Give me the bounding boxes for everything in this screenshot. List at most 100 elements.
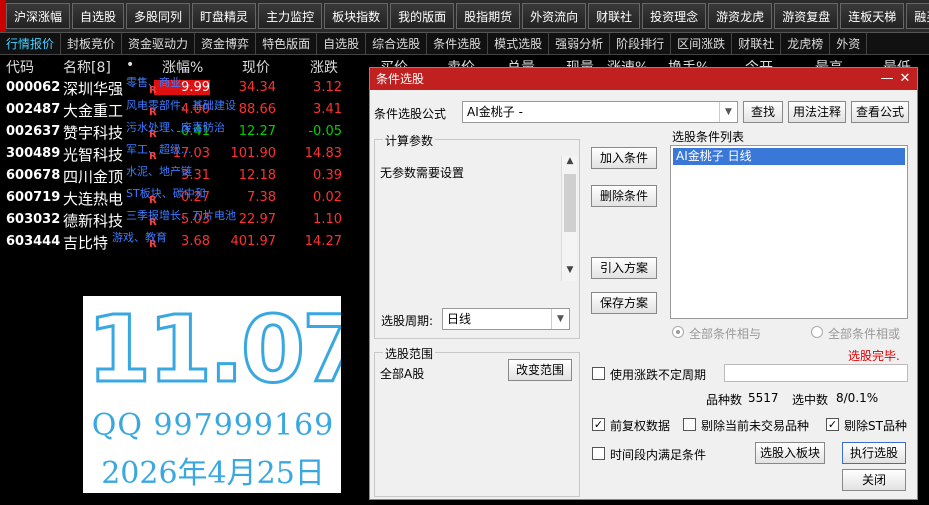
tab-2[interactable]: 资金驱动力 xyxy=(122,33,196,54)
sector-tag: 零售、商业... xyxy=(126,76,192,89)
period-select[interactable]: 日线 ▼ xyxy=(442,308,570,330)
date-watermark-image: 11.07 QQ 997999169 2026年4月25日 xyxy=(83,296,341,493)
col-name[interactable]: 名称[8] xyxy=(63,57,111,77)
tab-1[interactable]: 封板竞价 xyxy=(61,33,123,54)
remove-st-label: 剔除ST品种 xyxy=(844,419,907,433)
top-btn-10[interactable]: 投资理念 xyxy=(642,3,707,29)
top-btn-3[interactable]: 盯盘精灵 xyxy=(192,3,257,29)
tab-6[interactable]: 综合选股 xyxy=(366,33,428,54)
change-range-button[interactable]: 改变范围 xyxy=(508,359,572,381)
scroll-thumb[interactable] xyxy=(564,174,576,232)
stock-code: 603032 xyxy=(6,212,61,227)
tab-11[interactable]: 区间涨跌 xyxy=(671,33,733,54)
stock-chg: 0.39 xyxy=(313,168,342,183)
stock-chg: 3.12 xyxy=(313,80,342,95)
top-btn-0[interactable]: 沪深涨幅 xyxy=(6,3,71,29)
range-title: 选股范围 xyxy=(383,345,436,362)
tab-5[interactable]: 自选股 xyxy=(317,33,367,54)
top-btn-7[interactable]: 股指期货 xyxy=(456,3,521,29)
find-button[interactable]: 查找 xyxy=(743,101,783,123)
top-btn-1[interactable]: 自选股 xyxy=(72,3,125,29)
chevron-down-icon[interactable]: ▼ xyxy=(551,309,569,329)
usage-button[interactable]: 用法注释 xyxy=(788,101,846,123)
tab-12[interactable]: 财联社 xyxy=(732,33,782,54)
stock-name: 光智科技 xyxy=(63,146,124,164)
tab-14[interactable]: 外资 xyxy=(830,33,868,54)
uncertain-period-field[interactable] xyxy=(724,364,908,382)
stock-chg: -0.05 xyxy=(308,124,342,139)
execute-button[interactable]: 执行选股 xyxy=(842,442,906,464)
params-scrollbar[interactable]: ▲ ▼ xyxy=(561,156,577,281)
top-btn-8[interactable]: 外资流向 xyxy=(522,3,587,29)
col-chg[interactable]: 涨跌 xyxy=(310,57,338,77)
import-plan-button[interactable]: 引入方案 xyxy=(591,257,657,279)
stock-chg: 0.02 xyxy=(313,190,342,205)
view-formula-button[interactable]: 查看公式 xyxy=(851,101,909,123)
prefq-label: 前复权数据 xyxy=(610,419,671,433)
save-plan-button[interactable]: 保存方案 xyxy=(591,292,657,314)
radio-or[interactable] xyxy=(811,326,823,338)
radio-and[interactable] xyxy=(672,326,684,338)
tab-13[interactable]: 龙虎榜 xyxy=(781,33,831,54)
calc-params-text: 无参数需要设置 xyxy=(380,166,465,180)
remove-notrade-checkbox[interactable] xyxy=(683,418,696,431)
uncertain-period-checkbox[interactable] xyxy=(592,367,605,380)
condition-list-item[interactable]: AI金桃子 日线 xyxy=(673,148,905,165)
top-btn-4[interactable]: 主力监控 xyxy=(258,3,323,29)
close-icon[interactable]: ✕ xyxy=(897,71,913,87)
watermark-qq: QQ 997999169 xyxy=(91,408,335,443)
stock-price: 401.97 xyxy=(230,234,277,249)
stock-chg: 14.83 xyxy=(304,146,342,161)
minimize-icon[interactable]: — xyxy=(879,71,895,87)
stock-code: 600719 xyxy=(6,190,61,205)
stock-row[interactable]: 603444 吉比特 3.68 401.97 14.27 xyxy=(0,231,370,253)
stock-chg: 1.10 xyxy=(313,212,342,227)
tab-4[interactable]: 特色版面 xyxy=(256,33,318,54)
top-btn-11[interactable]: 游资龙虎 xyxy=(708,3,773,29)
formula-value: AI金桃子 - xyxy=(467,105,523,119)
uncertain-period-label: 使用涨跌不定周期 xyxy=(610,368,707,382)
condition-list[interactable]: AI金桃子 日线 xyxy=(670,145,908,319)
tab-7[interactable]: 条件选股 xyxy=(427,33,489,54)
delete-condition-button[interactable]: 删除条件 xyxy=(591,185,657,207)
range-value: 全部A股 xyxy=(380,367,425,381)
col-code[interactable]: 代码 xyxy=(6,57,34,77)
top-btn-9[interactable]: 财联社 xyxy=(588,3,641,29)
col-dot: • xyxy=(126,57,135,73)
period-label: 选股周期: xyxy=(381,314,434,328)
col-price[interactable]: 现价 xyxy=(242,57,270,77)
top-btn-13[interactable]: 连板天梯 xyxy=(840,3,905,29)
stock-chg: 14.27 xyxy=(304,234,342,249)
formula-select[interactable]: AI金桃子 - ▼ xyxy=(462,101,738,123)
tab-9[interactable]: 强弱分析 xyxy=(549,33,611,54)
top-btn-2[interactable]: 多股同列 xyxy=(126,3,191,29)
stock-name: 大金重工 xyxy=(63,102,124,120)
top-btn-6[interactable]: 我的版面 xyxy=(390,3,455,29)
tab-3[interactable]: 资金博弈 xyxy=(195,33,257,54)
radio-or-label: 全部条件相或 xyxy=(828,327,901,341)
top-btn-14[interactable]: 融买卖 xyxy=(906,3,929,29)
stock-code: 603444 xyxy=(6,234,61,249)
chevron-down-icon[interactable]: ▼ xyxy=(719,102,737,122)
tab-10[interactable]: 阶段排行 xyxy=(610,33,672,54)
scroll-down-icon[interactable]: ▼ xyxy=(562,265,578,281)
status-text: 选股完毕. xyxy=(848,349,900,363)
selected-label: 选中数 xyxy=(792,393,829,407)
prefq-checkbox[interactable]: ✓ xyxy=(592,418,605,431)
stock-name: 深圳华强 xyxy=(63,80,124,98)
tab-quotes[interactable]: 行情报价 xyxy=(0,33,62,54)
remove-st-checkbox[interactable]: ✓ xyxy=(826,418,839,431)
condition-stock-dialog: 条件选股 — ✕ 条件选股公式 AI金桃子 - ▼ 查找 用法注释 查看公式 计… xyxy=(369,67,918,500)
remove-notrade-label: 剔除当前未交易品种 xyxy=(701,419,810,433)
period-satisfy-checkbox[interactable] xyxy=(592,447,605,460)
stock-name: 德新科技 xyxy=(63,212,124,230)
scroll-up-icon[interactable]: ▲ xyxy=(562,156,578,172)
close-button[interactable]: 关闭 xyxy=(842,469,906,491)
add-condition-button[interactable]: 加入条件 xyxy=(591,147,657,169)
top-btn-12[interactable]: 游资复盘 xyxy=(774,3,839,29)
tab-8[interactable]: 模式选股 xyxy=(488,33,550,54)
top-btn-5[interactable]: 板块指数 xyxy=(324,3,389,29)
dialog-titlebar[interactable]: 条件选股 xyxy=(370,68,917,90)
to-block-button[interactable]: 选股入板块 xyxy=(755,442,825,464)
sector-tag: 污水处理、废毒防治 xyxy=(126,121,225,134)
